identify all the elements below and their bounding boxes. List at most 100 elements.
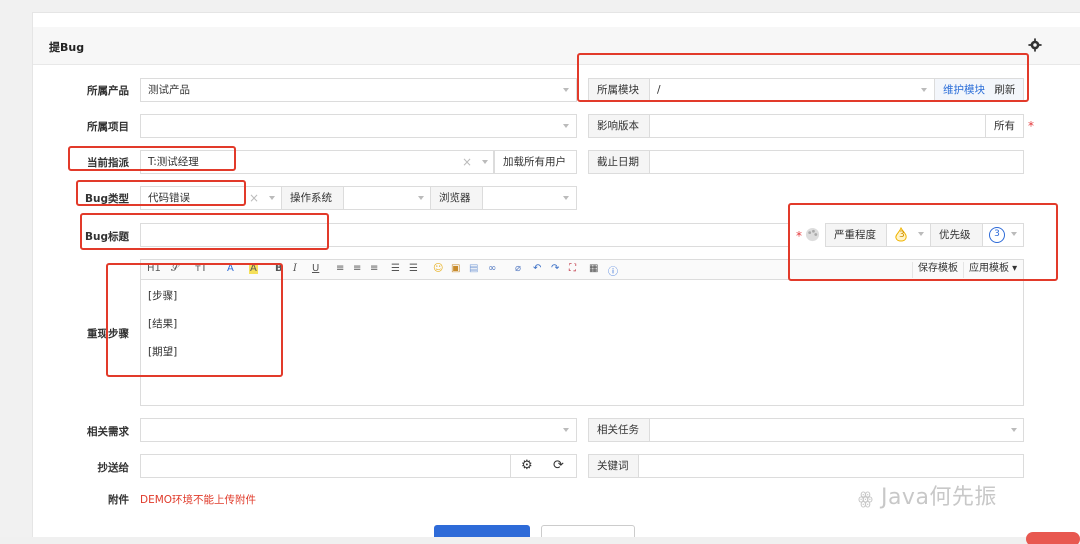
media-icon[interactable]: ▤ [469,263,478,274]
module-actions: 维护模块 刷新 [934,78,1024,102]
all-versions-button[interactable]: 所有 [985,114,1024,138]
label-attachment: 附件 [108,494,129,506]
link-icon[interactable]: ∞ [488,263,496,274]
assigned-value: T:测试经理 [148,156,199,168]
bug-type-value: 代码错误 [148,192,190,204]
required-mark: * [1028,119,1034,133]
severity-select[interactable]: 3 [886,223,931,247]
label-product: 所属产品 [87,85,129,97]
watermark: ꙮ Java何先振 [858,479,997,511]
fullscreen-icon[interactable]: ⛶ [569,263,576,274]
floating-action-button[interactable] [1026,532,1080,544]
editor-line-result: [结果] [148,318,178,330]
highlight-button[interactable]: A [249,263,258,274]
load-all-users-button[interactable]: 加载所有用户 [494,150,577,174]
page-title: 提Bug [49,41,85,54]
label-related-story: 相关需求 [87,426,129,438]
heading-button[interactable]: H1 [147,263,161,274]
priority-value: 3 [989,227,1005,243]
undo-icon[interactable]: ↶ [533,263,541,274]
gear-icon[interactable] [1028,38,1042,52]
related-task-select[interactable] [649,418,1024,442]
font-size-button[interactable]: тT [195,263,207,274]
project-select[interactable] [140,114,577,138]
maintain-module-link[interactable]: 维护模块 [943,84,985,96]
label-project: 所属项目 [87,121,129,133]
related-story-select[interactable] [140,418,577,442]
deadline-label: 截止日期 [588,150,650,174]
keywords-label: 关键词 [588,454,639,478]
os-label: 操作系统 [281,186,344,210]
align-right-icon[interactable]: ≡ [370,263,378,274]
label-cc: 抄送给 [97,462,130,474]
chevron-down-icon [1011,428,1017,432]
font-family-button[interactable]: 𝒮 [171,263,179,274]
refresh-icon[interactable]: ⟳ [553,455,564,477]
module-value: / [657,84,661,96]
bug-type-select[interactable]: 代码错误 [140,186,282,210]
deadline-input[interactable] [649,150,1024,174]
priority-label: 优先级 [930,223,983,247]
browser-label: 浏览器 [430,186,483,210]
chevron-down-icon [563,124,569,128]
refresh-link[interactable]: 刷新 [994,84,1015,96]
related-task-label: 相关任务 [588,418,650,442]
keywords-input[interactable] [638,454,1024,478]
chevron-down-icon [1011,232,1017,236]
severity-value: 3 [899,230,905,240]
severity-label: 严重程度 [825,223,887,247]
align-left-icon[interactable]: ≡ [336,263,344,274]
eraser-icon[interactable]: ⌀ [515,263,521,274]
redo-icon[interactable]: ↷ [551,263,559,274]
module-select[interactable]: / [649,78,935,102]
editor-toolbar: H1 𝒮 тT A A B I U ≡ ≡ ≡ ☰ ☰ ☺ ▣ ▤ ∞ ⌀ ↶ … [140,259,1024,279]
bug-title-input[interactable] [140,223,790,247]
underline-button[interactable]: U [312,263,319,274]
affect-version-label: 影响版本 [588,114,650,138]
panel-header: 提Bug [33,27,1080,65]
required-mark: * [796,229,802,243]
unordered-list-icon[interactable]: ☰ [409,263,418,274]
label-bug-title: Bug标题 [85,231,129,243]
wechat-icon: ꙮ [858,489,874,509]
chevron-down-icon [918,232,924,236]
font-color-button[interactable]: A [227,263,234,274]
chevron-down-icon [482,160,488,164]
watermark-text: Java何先振 [880,485,997,510]
apply-template-button[interactable]: 应用模板 ▾ [963,262,1022,278]
help-icon[interactable]: ⓘ [608,263,618,278]
assigned-select[interactable]: T:测试经理 [140,150,494,174]
palette-icon[interactable] [805,227,820,242]
bold-button[interactable]: B [275,263,283,274]
editor-line-expected: [期望] [148,346,178,358]
italic-button[interactable]: I [293,263,297,274]
product-value: 测试产品 [148,84,190,96]
align-center-icon[interactable]: ≡ [353,263,361,274]
chevron-down-icon [269,196,275,200]
image-icon[interactable]: ▣ [451,263,460,274]
chevron-down-icon [418,196,424,200]
save-template-button[interactable]: 保存模板 [912,262,963,278]
chevron-down-icon [563,428,569,432]
gear-icon[interactable]: ⚙ [521,455,533,477]
source-icon[interactable]: ▦ [589,263,598,274]
label-assigned: 当前指派 [87,157,129,169]
affect-version-select[interactable] [649,114,986,138]
chevron-down-icon [563,88,569,92]
cc-select[interactable] [140,454,511,478]
apply-template-label: 应用模板 [969,263,1009,274]
editor-line-steps: [步骤] [148,290,178,302]
label-steps: 重现步骤 [87,328,129,340]
priority-select[interactable]: 3 [982,223,1024,247]
product-select[interactable]: 测试产品 [140,78,577,102]
steps-editor[interactable]: [步骤] [结果] [期望] [140,279,1024,406]
chevron-down-icon [563,196,569,200]
emoji-icon[interactable]: ☺ [433,263,443,274]
clear-icon[interactable]: × [462,156,472,168]
label-bug-type: Bug类型 [85,193,129,205]
ordered-list-icon[interactable]: ☰ [391,263,400,274]
module-label: 所属模块 [588,78,650,102]
clear-icon[interactable]: × [249,192,259,204]
attachment-notice: DEMO环境不能上传附件 [140,494,257,506]
cc-actions: ⚙ ⟳ [510,454,577,478]
